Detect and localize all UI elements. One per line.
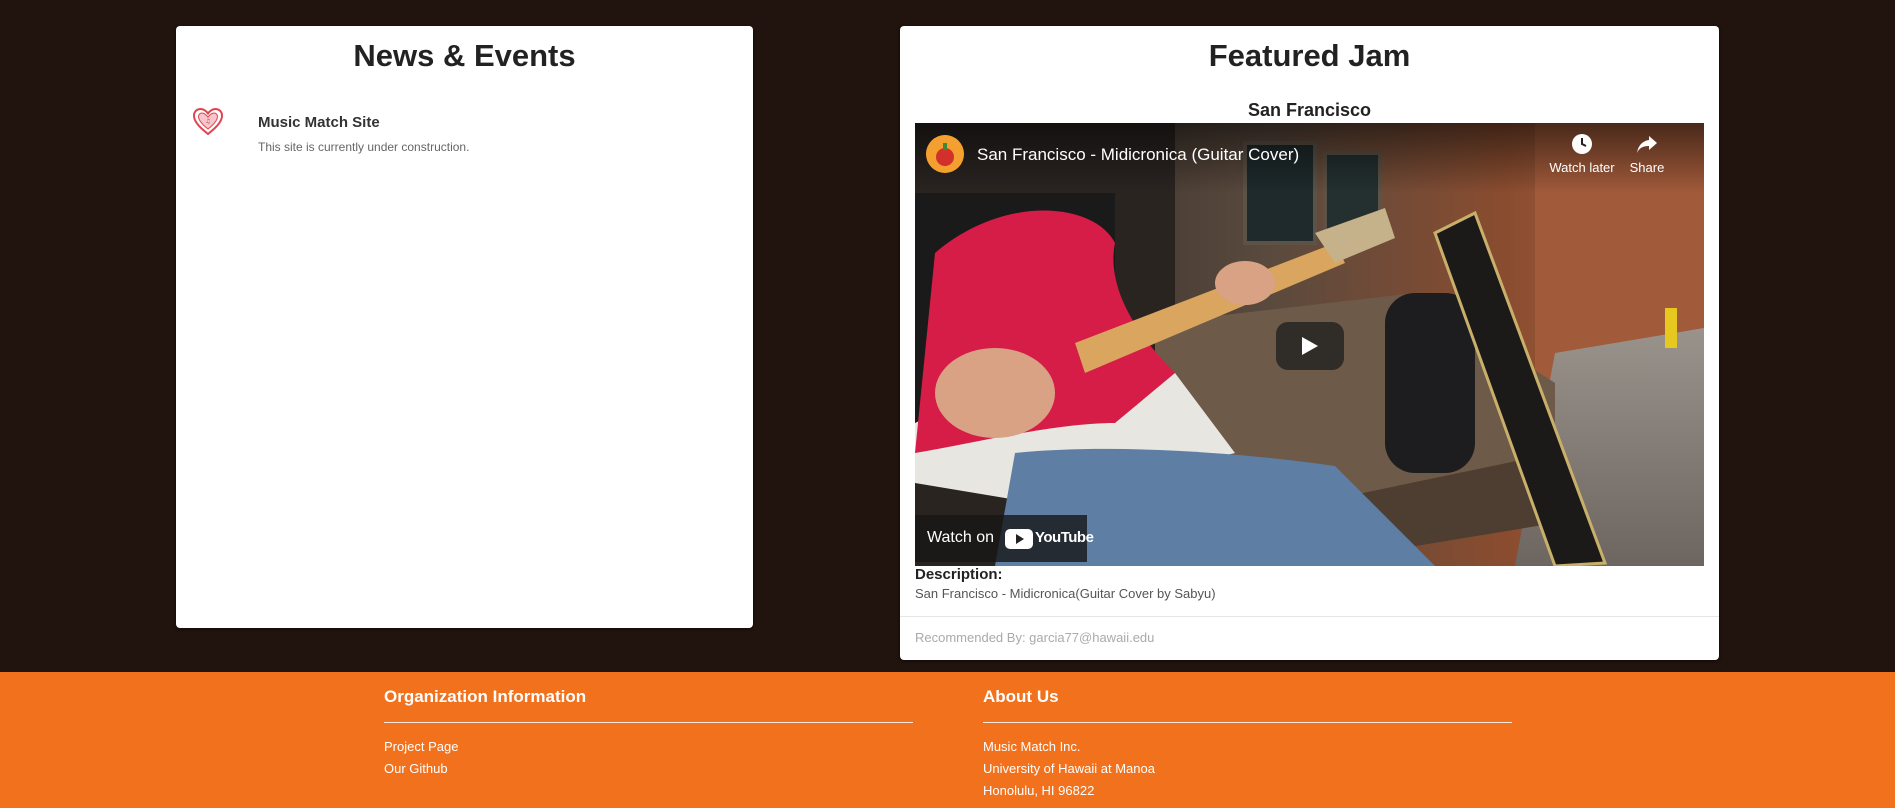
news-events-card: News & Events ♫ Music Match Site This si… [176, 26, 753, 628]
play-button[interactable] [1276, 322, 1344, 370]
footer-divider [983, 722, 1512, 723]
heart-logo-icon: ♫ [192, 106, 224, 138]
footer-divider [384, 722, 913, 723]
recommended-by: Recommended By: garcia77@hawaii.edu [915, 630, 1155, 645]
video-title[interactable]: San Francisco - Midicronica (Guitar Cove… [977, 145, 1299, 165]
jam-song-title: San Francisco [1247, 100, 1372, 120]
featured-jam-title: Featured Jam [1208, 38, 1411, 73]
address-line: Honolulu, HI 96822 [983, 783, 1095, 798]
footer-organization-info: Organization Information Project Page Ou… [384, 672, 913, 780]
description-label: Description: [915, 566, 1003, 583]
card-divider [900, 616, 1719, 617]
youtube-video-embed[interactable]: San Francisco - Midicronica (Guitar Cove… [915, 123, 1704, 566]
watch-on-youtube-button[interactable]: Watch on YouTube [915, 515, 1094, 562]
university-name: University of Hawaii at Manoa [983, 761, 1155, 776]
share-icon [1637, 136, 1657, 153]
youtube-wordmark: YouTube [1035, 529, 1094, 546]
clock-icon [1572, 134, 1592, 154]
news-events-title: News & Events [353, 38, 576, 73]
share-button[interactable]: Share [1622, 133, 1672, 175]
play-icon [1302, 337, 1318, 355]
youtube-logo-icon [1005, 529, 1033, 549]
share-label: Share [1629, 160, 1665, 175]
watch-on-label: Watch on [927, 529, 994, 546]
footer: Organization Information Project Page Ou… [0, 672, 1895, 808]
company-name: Music Match Inc. [983, 739, 1081, 754]
project-page-link[interactable]: Project Page [384, 736, 913, 758]
watch-later-button[interactable]: Watch later [1542, 133, 1622, 175]
feed-item-text: This site is currently under constructio… [258, 140, 470, 154]
footer-about-heading: About Us [983, 687, 1059, 706]
footer-about-us: About Us Music Match Inc. University of … [983, 672, 1512, 802]
feed-item-title: Music Match Site [258, 114, 380, 131]
description-text: San Francisco - Midicronica(Guitar Cover… [915, 586, 1216, 601]
svg-text:♫: ♫ [205, 118, 210, 125]
watch-later-label: Watch later [1549, 160, 1615, 175]
footer-org-heading: Organization Information [384, 687, 587, 706]
github-link[interactable]: Our Github [384, 758, 913, 780]
featured-jam-card: Featured Jam San Francisco San Francisco… [900, 26, 1719, 660]
channel-avatar[interactable] [926, 135, 964, 173]
